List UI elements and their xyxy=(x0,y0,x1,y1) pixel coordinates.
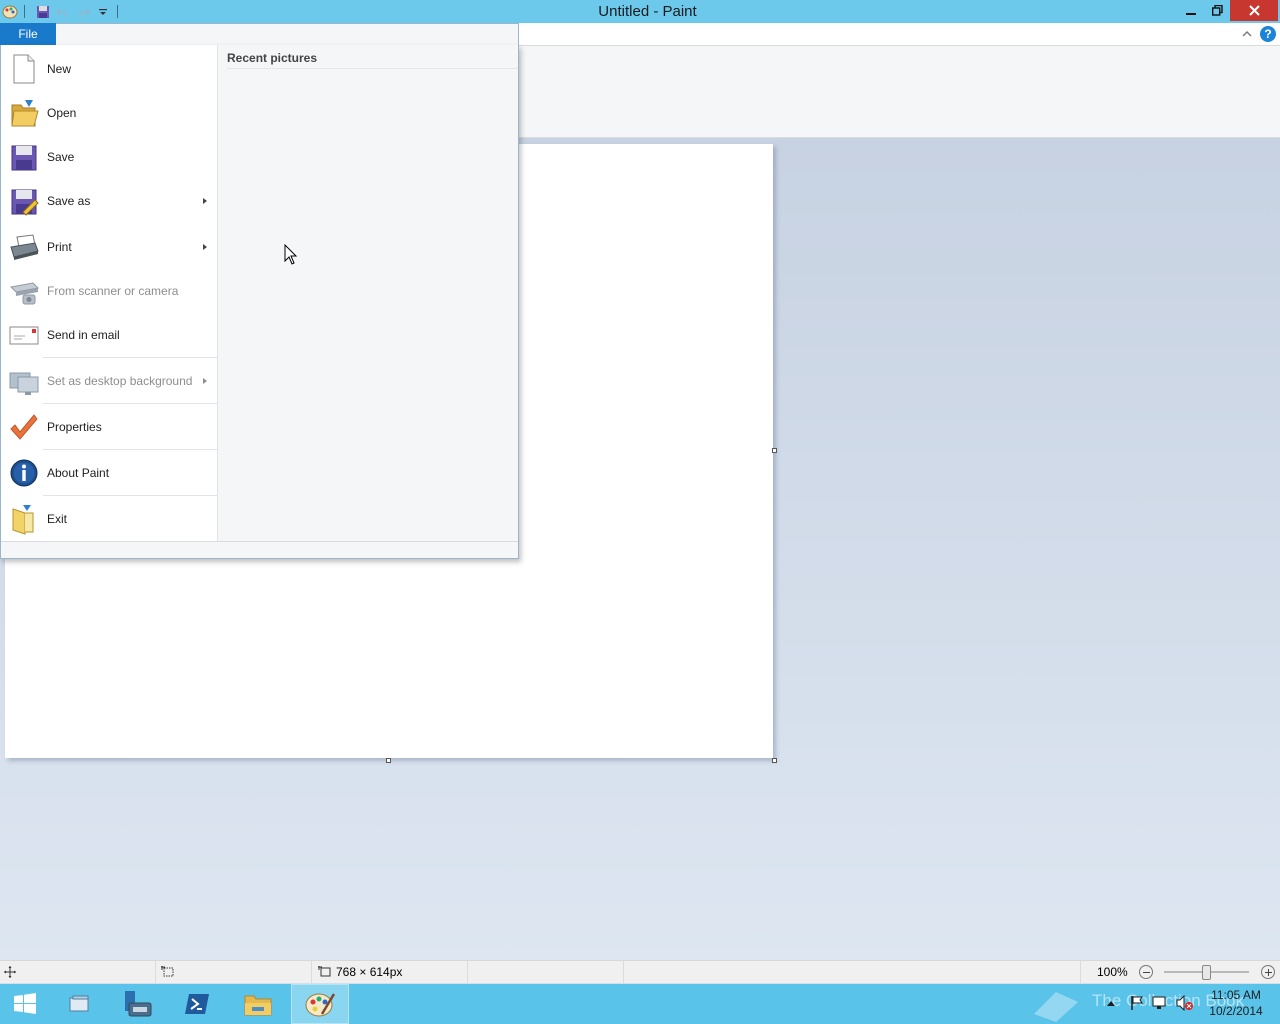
server-manager-icon xyxy=(69,995,89,1012)
network-icon[interactable] xyxy=(1152,995,1170,1011)
zoom-divider xyxy=(1080,961,1081,983)
file-tab[interactable]: File xyxy=(0,23,56,46)
menu-item-exit[interactable]: Exit xyxy=(1,497,217,541)
image-size-text: 768 × 614px xyxy=(336,965,403,979)
crosshair-icon xyxy=(4,966,16,978)
open-folder-icon xyxy=(11,100,39,127)
canvas-resize-handle-bottom[interactable] xyxy=(386,758,391,763)
taskbar-server-manager[interactable] xyxy=(108,984,166,1024)
taskbar-file-explorer[interactable] xyxy=(229,984,287,1024)
menu-item-print[interactable]: Print xyxy=(1,225,217,269)
clock-time: 11:05 AM xyxy=(1211,988,1261,1002)
submenu-arrow-icon xyxy=(203,378,207,384)
zoom-level: 100% xyxy=(1097,965,1128,979)
window-title: Untitled - Paint xyxy=(598,3,697,20)
floppy-disk-icon xyxy=(11,145,37,171)
action-center-flag-icon[interactable] xyxy=(1129,995,1145,1011)
status-bar: 768 × 614px 100% xyxy=(0,960,1280,983)
menu-item-label: Save xyxy=(47,150,75,164)
file-menu: New Open Save Save as Print From scanner… xyxy=(0,45,519,559)
minimize-button[interactable] xyxy=(1177,0,1204,21)
close-button[interactable] xyxy=(1230,0,1278,21)
volume-muted-icon[interactable] xyxy=(1176,995,1194,1011)
menu-item-label: About Paint xyxy=(47,466,110,480)
menu-item-about-paint[interactable]: About Paint xyxy=(1,451,217,495)
restore-icon xyxy=(1211,5,1223,16)
close-icon xyxy=(1248,5,1260,16)
zoom-in-button[interactable] xyxy=(1261,965,1275,979)
title-bar: Untitled - Paint xyxy=(0,0,1280,23)
restore-button[interactable] xyxy=(1204,0,1230,21)
menu-item-label: Send in email xyxy=(47,328,120,342)
file-menu-commands: New Open Save Save as Print From scanner… xyxy=(1,45,218,541)
image-size-icon xyxy=(318,966,331,977)
menu-item-save-as[interactable]: Save as xyxy=(1,179,217,223)
menu-item-label: From scanner or camera xyxy=(47,284,179,298)
taskbar-paint[interactable] xyxy=(291,984,349,1024)
submenu-arrow-icon xyxy=(203,244,207,250)
taskbar-task-view[interactable] xyxy=(50,984,108,1024)
help-button[interactable]: ? xyxy=(1260,26,1276,42)
printer-icon xyxy=(10,234,39,260)
canvas-resize-handle-right[interactable] xyxy=(772,448,777,453)
watermark-book-icon xyxy=(1034,992,1078,1022)
clock-date: 10/2/2014 xyxy=(1209,1004,1263,1018)
email-icon xyxy=(9,326,39,345)
image-size-cell: 768 × 614px xyxy=(312,961,468,983)
file-menu-footer xyxy=(1,541,518,558)
menu-item-send-email[interactable]: Send in email xyxy=(1,313,217,357)
desktop-background-icon xyxy=(9,372,39,395)
file-menu-tab-extension xyxy=(56,23,519,46)
tray-overflow-icon[interactable] xyxy=(1106,999,1116,1007)
taskbar-clock[interactable]: 11:05 AM 10/2/2014 xyxy=(1206,987,1266,1019)
canvas-resize-handle-corner[interactable] xyxy=(772,758,777,763)
menu-item-from-scanner: From scanner or camera xyxy=(1,269,217,313)
menu-item-label: Exit xyxy=(47,512,68,526)
selection-size-cell xyxy=(156,961,312,983)
menu-item-label: Save as xyxy=(47,194,91,208)
checkmark-icon xyxy=(10,414,38,440)
menu-item-label: Print xyxy=(47,240,72,254)
menu-separator xyxy=(43,449,217,450)
exit-icon xyxy=(12,505,34,535)
zoom-slider-thumb[interactable] xyxy=(1202,965,1211,980)
start-button[interactable] xyxy=(0,984,50,1024)
zoom-out-button[interactable] xyxy=(1139,965,1153,979)
menu-item-save[interactable]: Save xyxy=(1,135,217,179)
menu-item-set-desktop-background: Set as desktop background xyxy=(1,359,217,403)
scanner-icon xyxy=(9,282,39,305)
menu-item-label: Properties xyxy=(47,420,102,434)
menu-item-label: Open xyxy=(47,106,77,120)
menu-item-properties[interactable]: Properties xyxy=(1,405,217,449)
powershell-icon xyxy=(185,994,209,1014)
menu-item-open[interactable]: Open xyxy=(1,91,217,135)
recent-pictures-pane: Recent pictures xyxy=(219,45,518,541)
menu-separator xyxy=(43,495,217,496)
info-icon xyxy=(10,459,38,487)
submenu-arrow-icon xyxy=(203,198,207,204)
recent-pictures-header: Recent pictures xyxy=(227,51,518,69)
taskbar-powershell[interactable] xyxy=(168,984,226,1024)
toolbox-icon xyxy=(125,991,152,1017)
file-size-cell xyxy=(468,961,624,983)
mouse-pointer-icon xyxy=(284,244,298,265)
menu-item-new[interactable]: New xyxy=(1,47,217,91)
menu-separator xyxy=(43,357,217,358)
paint-palette-icon xyxy=(305,993,336,1017)
folder-icon xyxy=(244,995,272,1016)
windows-logo-icon xyxy=(14,993,36,1014)
taskbar: The Collection Book 11:05 AM 10/2/2014 xyxy=(0,984,1280,1024)
selection-size-icon xyxy=(161,966,174,977)
new-page-icon xyxy=(13,54,35,84)
cursor-position-cell xyxy=(0,961,156,983)
menu-item-label: Set as desktop background xyxy=(47,374,193,388)
save-as-icon xyxy=(11,189,39,216)
minimize-icon xyxy=(1185,12,1196,15)
chevron-up-icon xyxy=(1242,31,1252,37)
menu-item-label: New xyxy=(47,62,72,76)
collapse-ribbon-button[interactable] xyxy=(1240,27,1254,41)
menu-separator xyxy=(43,403,217,404)
